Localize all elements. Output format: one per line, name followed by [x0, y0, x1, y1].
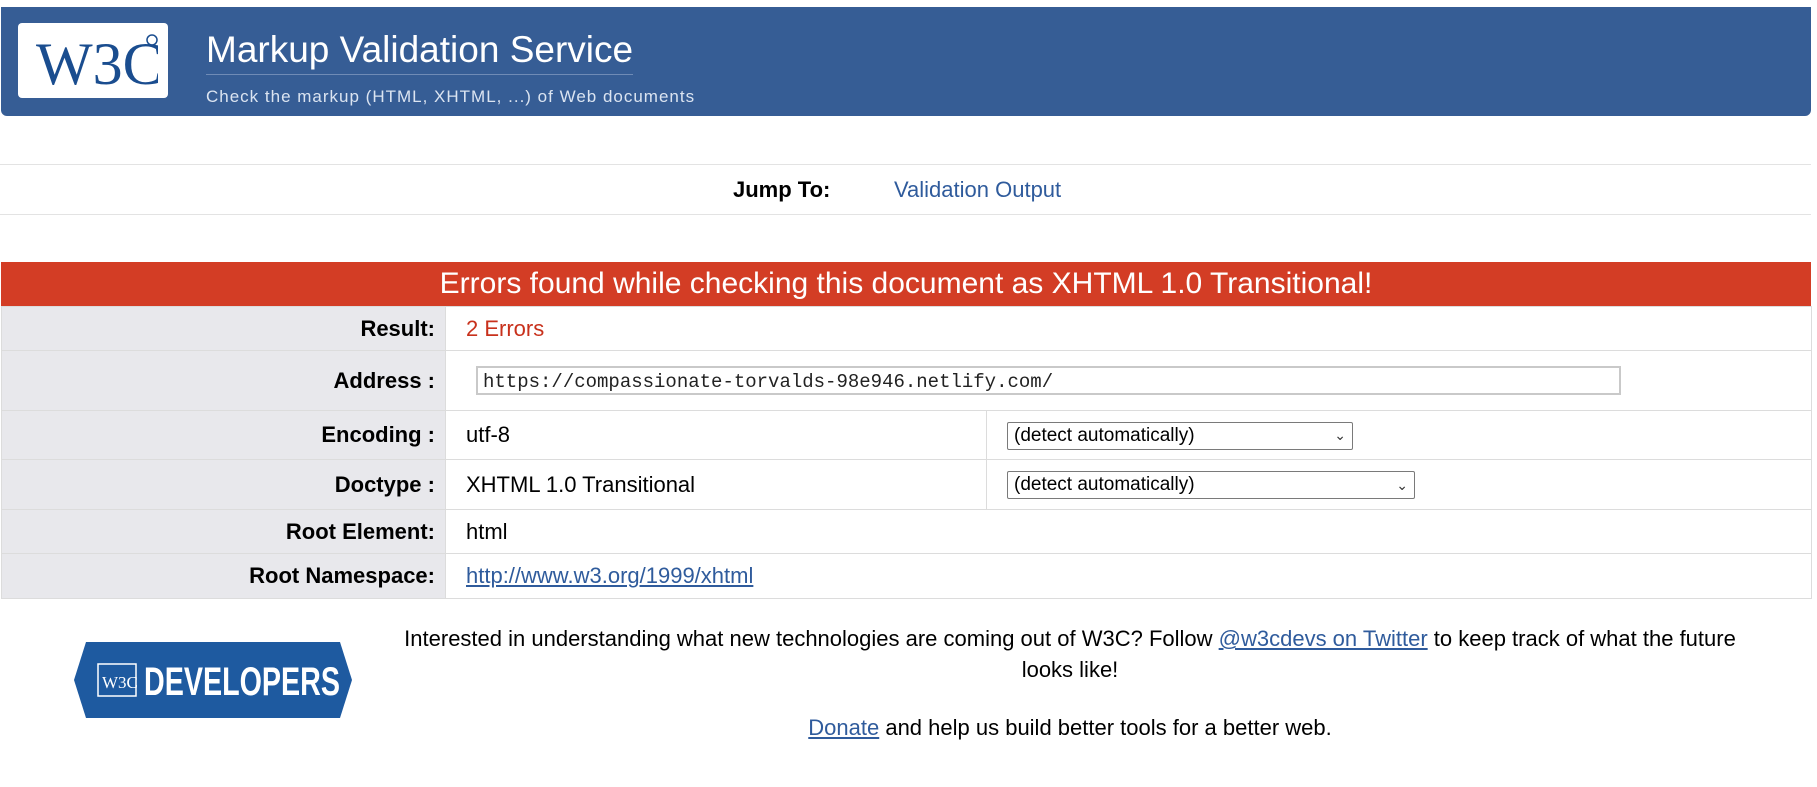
donate-text: and help us build better tools for a bet…	[879, 715, 1332, 740]
validation-output-link[interactable]: Validation Output	[894, 177, 1061, 203]
doctype-select-value: (detect automatically)	[1014, 474, 1195, 495]
header-banner: W3C Markup Validation Service Check the …	[1, 7, 1811, 116]
doctype-select[interactable]: (detect automatically) ⌄	[1007, 471, 1415, 499]
root-element-value: html	[445, 509, 1812, 554]
result-label: Result:	[1, 306, 446, 351]
w3c-logo[interactable]: W3C	[18, 23, 168, 98]
address-row: Address : https://compassionate-torvalds…	[1, 350, 1812, 411]
donate-line: Donate and help us build better tools fo…	[380, 715, 1760, 741]
address-input[interactable]: https://compassionate-torvalds-98e946.ne…	[476, 366, 1621, 395]
page-subtitle: Check the markup (HTML, XHTML, ...) of W…	[206, 87, 696, 106]
w3c-developers-badge[interactable]: W3C DEVELOPERS	[74, 642, 352, 718]
chevron-down-icon: ⌄	[1396, 476, 1408, 493]
address-cell: https://compassionate-torvalds-98e946.ne…	[445, 350, 1812, 411]
encoding-value: utf-8	[445, 410, 987, 460]
root-element-row: Root Element: html	[1, 509, 1812, 554]
encoding-label: Encoding :	[1, 410, 446, 460]
twitter-link[interactable]: @w3cdevs on Twitter	[1219, 626, 1428, 651]
badge-w3c-text: W3C	[102, 673, 138, 692]
encoding-select[interactable]: (detect automatically) ⌄	[1007, 421, 1353, 450]
address-label: Address :	[1, 350, 446, 411]
root-namespace-cell: http://www.w3.org/1999/xhtml	[445, 553, 1812, 599]
root-namespace-link[interactable]: http://www.w3.org/1999/xhtml	[466, 563, 753, 588]
doctype-value: XHTML 1.0 Transitional	[445, 459, 987, 510]
encoding-select-cell: (detect automatically) ⌄	[986, 410, 1812, 460]
footer-text-before: Interested in understanding what new tec…	[404, 626, 1219, 651]
doctype-row: Doctype : XHTML 1.0 Transitional (detect…	[1, 459, 1812, 510]
result-value: 2 Errors	[445, 306, 1812, 351]
result-row: Result: 2 Errors	[1, 306, 1812, 351]
encoding-row: Encoding : utf-8 (detect automatically) …	[1, 410, 1812, 460]
jump-to-bar: Jump To: Validation Output	[0, 164, 1811, 215]
root-element-label: Root Element:	[1, 509, 446, 554]
results-table: Result: 2 Errors Address : https://compa…	[1, 306, 1812, 599]
w3c-logo-icon: W3C	[36, 31, 158, 92]
doctype-label: Doctype :	[1, 459, 446, 510]
page-title[interactable]: Markup Validation Service	[206, 29, 634, 75]
chevron-down-icon: ⌄	[1334, 427, 1346, 443]
errors-heading: Errors found while checking this documen…	[1, 262, 1811, 306]
footer-text: Interested in understanding what new tec…	[380, 623, 1760, 685]
root-namespace-label: Root Namespace:	[1, 553, 446, 599]
donate-link[interactable]: Donate	[808, 715, 879, 740]
badge-developers-text: DEVELOPERS	[144, 660, 340, 704]
doctype-select-cell: (detect automatically) ⌄	[986, 459, 1812, 510]
root-namespace-row: Root Namespace: http://www.w3.org/1999/x…	[1, 553, 1812, 599]
jump-to-label: Jump To:	[733, 177, 831, 202]
svg-text:W3C: W3C	[36, 31, 158, 92]
encoding-select-value: (detect automatically)	[1014, 424, 1195, 446]
